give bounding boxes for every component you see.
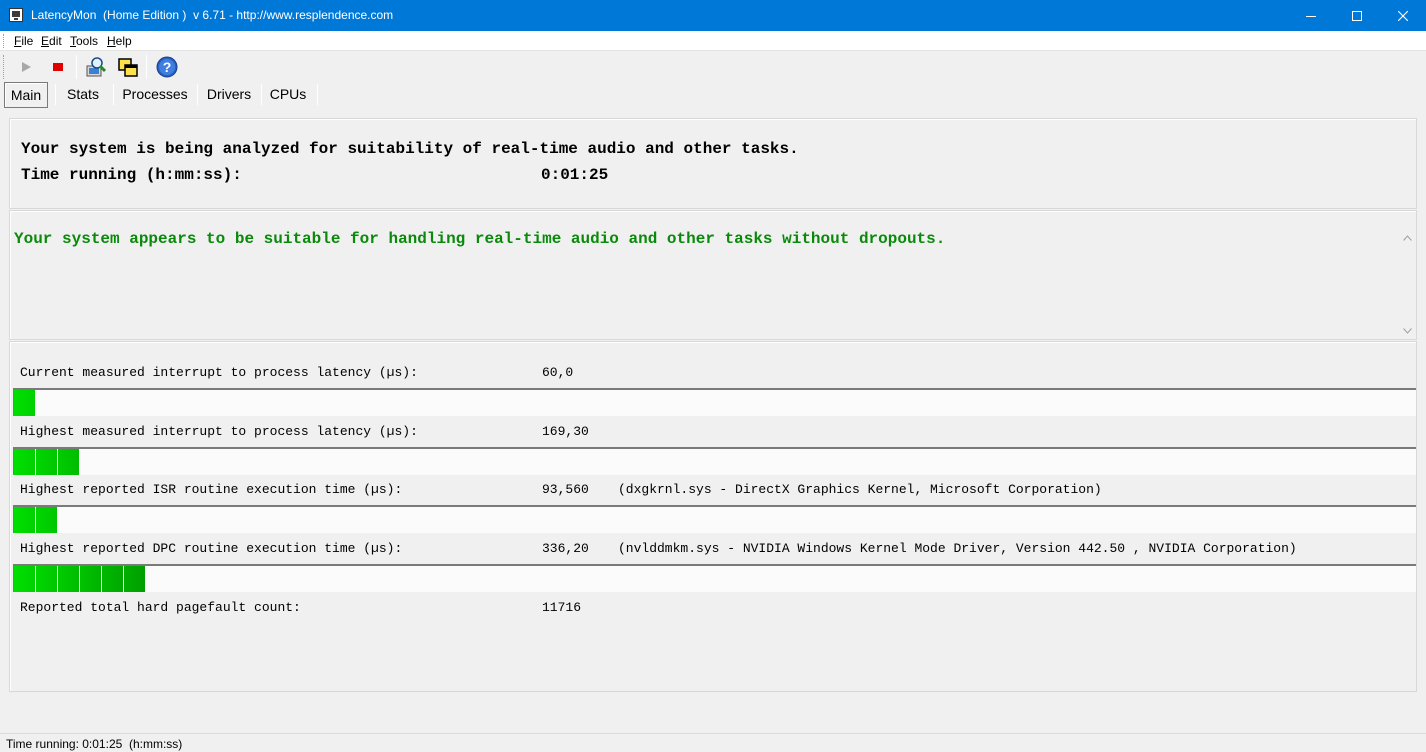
maximize-button[interactable] xyxy=(1334,0,1380,31)
title-bar[interactable]: LatencyMon (Home Edition ) v 6.71 - http… xyxy=(0,0,1426,31)
latency-bar xyxy=(13,447,1416,475)
time-running-label: Time running (h:mm:ss): xyxy=(21,166,242,184)
tab-processes[interactable]: Processes xyxy=(118,82,192,108)
time-running-value: 0:01:25 xyxy=(541,166,609,184)
bar-segment xyxy=(58,449,79,475)
menu-file[interactable]: File xyxy=(14,34,33,48)
verdict-scrollbar[interactable] xyxy=(1399,229,1416,339)
app-icon xyxy=(9,8,23,22)
maximize-icon xyxy=(1352,10,1362,21)
chevron-up-icon xyxy=(1403,234,1412,241)
bar-fill xyxy=(14,507,58,533)
toolbar: ? xyxy=(0,52,1426,82)
menu-edit[interactable]: Edit xyxy=(41,34,62,48)
bar-segment xyxy=(80,566,101,592)
metric-value: 11716 xyxy=(542,600,582,615)
tab-main[interactable]: Main xyxy=(4,82,48,108)
tab-processes-label: Processes xyxy=(122,86,188,102)
analyze-button[interactable] xyxy=(84,55,108,79)
close-button[interactable] xyxy=(1380,0,1426,31)
menu-bar: File Edit Tools Help xyxy=(0,31,1426,51)
bar-segment xyxy=(14,566,35,592)
dpc-bar xyxy=(13,564,1416,592)
tab-bar: Main Stats Processes Drivers CPUs xyxy=(0,82,1426,108)
toolbar-grip xyxy=(3,55,5,79)
bar-fill xyxy=(14,449,80,475)
analyze-icon xyxy=(86,57,107,77)
tab-drivers[interactable]: Drivers xyxy=(202,82,256,108)
stop-button[interactable] xyxy=(46,55,70,79)
tab-separator xyxy=(55,84,56,105)
help-icon: ? xyxy=(156,56,178,78)
bar-segment xyxy=(36,566,57,592)
bar-fill xyxy=(14,566,146,592)
tab-cpus[interactable]: CPUs xyxy=(266,82,310,108)
stop-icon xyxy=(53,63,63,71)
verdict-panel[interactable]: Your system appears to be suitable for h… xyxy=(9,210,1417,340)
windows-button[interactable] xyxy=(116,55,140,79)
tab-separator xyxy=(113,84,114,105)
bar-segment xyxy=(58,566,79,592)
verdict-text: Your system appears to be suitable for h… xyxy=(14,230,946,248)
tab-cpus-label: CPUs xyxy=(269,86,307,102)
tab-main-label: Main xyxy=(10,87,42,103)
status-bar: Time running: 0:01:25 (h:mm:ss) xyxy=(0,733,1426,752)
minimize-button[interactable] xyxy=(1288,0,1334,31)
metric-label: Highest reported ISR routine execution t… xyxy=(20,482,403,497)
bar-segment xyxy=(102,566,123,592)
metric-value: 336,20 xyxy=(542,541,589,556)
help-button[interactable]: ? xyxy=(155,55,179,79)
scroll-down-button[interactable] xyxy=(1399,322,1416,339)
bar-fill xyxy=(14,390,36,416)
metrics-panel: Current measured interrupt to process la… xyxy=(9,341,1417,692)
svg-text:?: ? xyxy=(163,59,172,75)
scroll-up-button[interactable] xyxy=(1399,229,1416,246)
metric-driver-note: (dxgkrnl.sys - DirectX Graphics Kernel, … xyxy=(618,482,1102,497)
metric-label: Highest reported DPC routine execution t… xyxy=(20,541,403,556)
latency-bar xyxy=(13,388,1416,416)
tab-separator xyxy=(261,84,262,105)
tab-drivers-label: Drivers xyxy=(206,86,252,102)
play-icon xyxy=(22,62,31,72)
start-button[interactable] xyxy=(14,55,38,79)
bar-segment xyxy=(14,449,35,475)
menu-help[interactable]: Help xyxy=(107,34,132,48)
tab-separator xyxy=(197,84,198,105)
tab-stats-label: Stats xyxy=(67,86,99,102)
menu-tools[interactable]: Tools xyxy=(70,34,98,48)
toolbar-separator xyxy=(146,55,147,79)
windows-icon xyxy=(118,58,138,77)
bar-segment xyxy=(14,507,35,533)
analyzing-text: Your system is being analyzed for suitab… xyxy=(21,140,799,158)
metric-value: 60,0 xyxy=(542,365,574,380)
metric-value: 169,30 xyxy=(542,424,589,439)
toolbar-separator xyxy=(76,55,77,79)
close-icon xyxy=(1398,10,1408,21)
window-title: LatencyMon (Home Edition ) v 6.71 - http… xyxy=(31,8,394,22)
tab-separator xyxy=(317,84,318,105)
isr-bar xyxy=(13,505,1416,533)
status-text: Time running: 0:01:25 (h:mm:ss) xyxy=(6,737,183,751)
analysis-header-panel: Your system is being analyzed for suitab… xyxy=(9,118,1417,209)
metric-value: 93,560 xyxy=(542,482,589,497)
metric-driver-note: (nvlddmkm.sys - NVIDIA Windows Kernel Mo… xyxy=(618,541,1297,556)
bar-segment xyxy=(36,507,57,533)
menu-grip xyxy=(3,34,5,48)
bar-segment xyxy=(36,449,57,475)
minimize-icon xyxy=(1306,15,1316,17)
bar-segment xyxy=(124,566,145,592)
chevron-down-icon xyxy=(1403,327,1412,334)
metric-label: Current measured interrupt to process la… xyxy=(20,365,418,380)
metric-label: Reported total hard pagefault count: xyxy=(20,600,301,615)
tab-stats[interactable]: Stats xyxy=(60,82,106,108)
bar-segment xyxy=(14,390,35,416)
metric-label: Highest measured interrupt to process la… xyxy=(20,424,418,439)
